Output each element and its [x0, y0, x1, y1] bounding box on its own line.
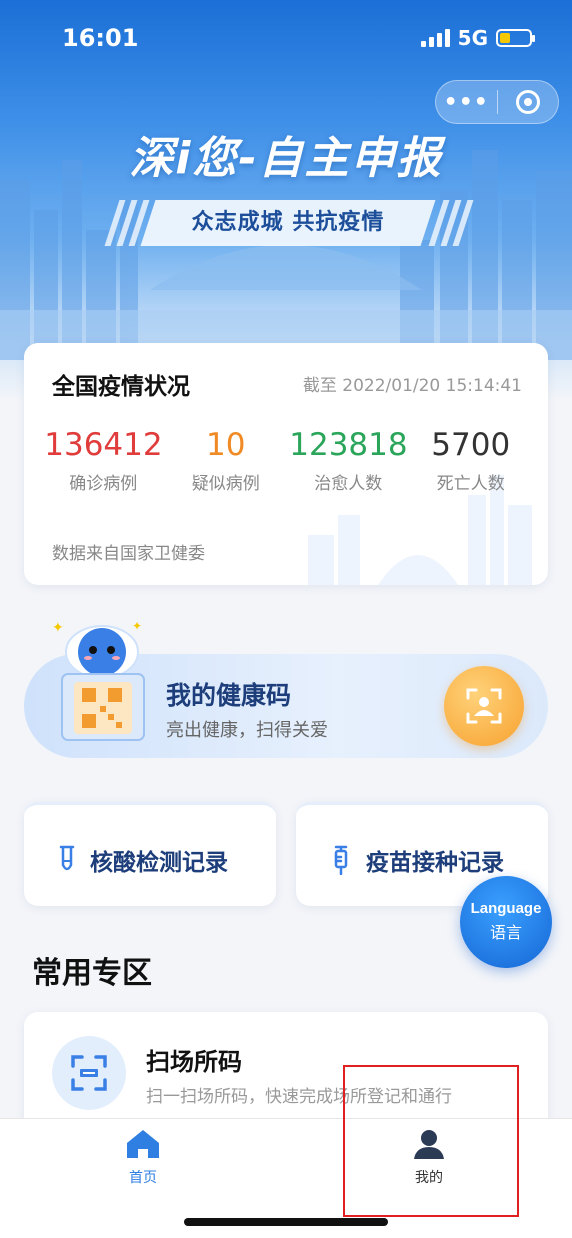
- stat-confirmed: 136412 确诊病例: [44, 427, 162, 494]
- svg-text:✦: ✦: [52, 620, 64, 636]
- nucleic-test-record-card[interactable]: 核酸检测记录: [24, 802, 276, 906]
- status-indicators: 5G: [420, 26, 535, 50]
- stat-cured: 123818 治愈人数: [289, 427, 407, 494]
- stat-deaths: 5700 死亡人数: [412, 427, 530, 494]
- banner-stripes-left: [104, 200, 150, 246]
- face-scan-button[interactable]: [444, 666, 524, 746]
- stats-title: 全国疫情状况: [52, 374, 190, 400]
- stats-source: 数据来自国家卫健委: [52, 544, 205, 564]
- language-label-en: Language: [470, 900, 542, 917]
- tab-home-label: 首页: [129, 1170, 157, 1186]
- mascot-qr-icon: ✦ ✦: [52, 619, 145, 741]
- network-label: 5G: [457, 26, 488, 50]
- epidemic-stats-card: 全国疫情状况 截至 2022/01/20 15:14:41 136412 确诊病…: [24, 343, 548, 585]
- banner-subtitle: 众志成城 共抗疫情: [191, 210, 385, 235]
- target-icon: [515, 90, 540, 114]
- home-icon: [127, 1130, 159, 1158]
- stat-value: 5700: [431, 427, 511, 463]
- banner-title: 深i您-自主申报: [129, 133, 443, 184]
- nucleic-test-label: 核酸检测记录: [90, 850, 228, 876]
- scan-icon-bg: [52, 1036, 126, 1110]
- stat-label: 治愈人数: [314, 474, 383, 494]
- syringe-icon: [334, 845, 348, 875]
- stat-value: 136412: [44, 427, 163, 463]
- highlight-annotation-box: [343, 1065, 519, 1217]
- home-indicator: [184, 1218, 388, 1226]
- stat-label: 确诊病例: [69, 474, 138, 494]
- stat-label: 死亡人数: [436, 474, 505, 494]
- scan-title: 扫场所码: [146, 1048, 242, 1076]
- stats-row: 136412 确诊病例 10 疑似病例 123818 治愈人数 5700 死亡人…: [42, 427, 532, 494]
- stat-value: 10: [206, 427, 246, 463]
- face-scan-icon: [466, 688, 502, 724]
- signal-icon: [420, 29, 450, 47]
- close-miniprogram-button[interactable]: [498, 90, 559, 114]
- test-tube-icon: [59, 845, 75, 871]
- health-code-subtitle: 亮出健康，扫得关爱: [166, 720, 328, 741]
- health-code-title: 我的健康码: [166, 681, 292, 710]
- status-time: 16:01: [62, 24, 139, 52]
- miniprogram-capsule: •••: [435, 80, 559, 124]
- vaccine-record-label: 疫苗接种记录: [366, 850, 504, 876]
- banner-stripes-right: [428, 200, 474, 246]
- language-button[interactable]: Language 语言: [460, 876, 552, 968]
- stat-label: 疑似病例: [191, 474, 260, 494]
- language-label-zh: 语言: [489, 923, 522, 942]
- battery-icon: [496, 29, 535, 47]
- stat-value: 123818: [289, 427, 408, 463]
- stat-suspected: 10 疑似病例: [167, 427, 285, 494]
- section-title: 常用专区: [32, 956, 152, 991]
- stats-timestamp: 截至 2022/01/20 15:14:41: [302, 376, 522, 396]
- more-menu-button[interactable]: •••: [436, 90, 497, 115]
- scan-code-icon: [71, 1055, 107, 1091]
- svg-text:✦: ✦: [132, 619, 142, 633]
